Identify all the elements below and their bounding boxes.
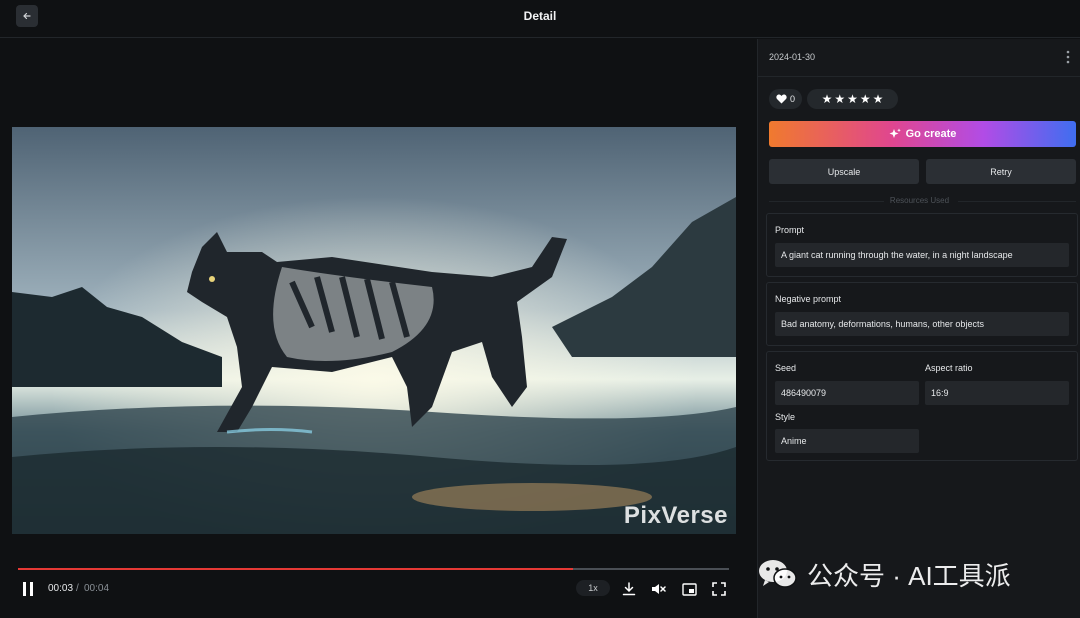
fullscreen-button[interactable] bbox=[711, 581, 727, 597]
go-create-label: Go create bbox=[905, 128, 957, 140]
seed-field: 486490079 bbox=[775, 381, 919, 405]
creation-date: 2024-01-30 bbox=[769, 52, 816, 62]
picture-in-picture-icon bbox=[681, 582, 697, 596]
style-label: Style bbox=[775, 412, 796, 422]
overlay-watermark-text: 公众号 · AI工具派 bbox=[807, 560, 1011, 591]
video-player-area: PixVerse 00:03 / 00:04 1x bbox=[0, 39, 757, 618]
star-icon[interactable]: ★ bbox=[860, 92, 871, 106]
more-vertical-icon bbox=[1066, 50, 1070, 64]
fullscreen-icon bbox=[712, 582, 726, 596]
download-button[interactable] bbox=[621, 581, 637, 597]
player-controls: 00:03 / 00:04 1x bbox=[0, 577, 757, 603]
progress-bar[interactable] bbox=[18, 568, 729, 570]
detail-sidebar: 2024-01-30 0 ★ ★ ★ ★ ★ Go create Upscale Ret… bbox=[757, 39, 1080, 618]
pause-icon bbox=[23, 582, 33, 596]
divider bbox=[758, 76, 1080, 77]
mute-button[interactable] bbox=[650, 581, 666, 597]
top-bar: Detail bbox=[0, 0, 1080, 38]
star-icon[interactable]: ★ bbox=[834, 92, 845, 106]
playback-speed-button[interactable]: 1x bbox=[576, 580, 610, 596]
pause-button[interactable] bbox=[20, 581, 36, 597]
volume-muted-icon bbox=[651, 584, 666, 594]
star-icon[interactable]: ★ bbox=[873, 92, 884, 106]
prompt-field: A giant cat running through the water, i… bbox=[775, 243, 1069, 267]
divider bbox=[958, 201, 1076, 202]
go-create-button[interactable]: Go create bbox=[769, 121, 1076, 147]
negative-prompt-label: Negative prompt bbox=[775, 294, 842, 304]
more-options-button[interactable] bbox=[1066, 50, 1070, 64]
picture-in-picture-button[interactable] bbox=[681, 581, 697, 597]
rating-stars[interactable]: ★ ★ ★ ★ ★ bbox=[807, 89, 898, 109]
page-title: Detail bbox=[523, 9, 557, 23]
video-watermark: PixVerse bbox=[623, 502, 728, 529]
star-icon[interactable]: ★ bbox=[822, 92, 833, 106]
upscale-button[interactable]: Upscale bbox=[769, 159, 919, 184]
download-icon bbox=[622, 582, 636, 596]
like-count: 0 bbox=[789, 94, 795, 104]
star-icon[interactable]: ★ bbox=[847, 92, 858, 106]
negative-prompt-card: Negative prompt Bad anatomy, deformation… bbox=[766, 282, 1078, 346]
heart-icon bbox=[776, 94, 787, 104]
wechat-icon bbox=[759, 560, 797, 588]
sparkle-icon bbox=[889, 128, 901, 138]
aspect-ratio-label: Aspect ratio bbox=[925, 363, 973, 373]
progress-fill bbox=[18, 568, 573, 570]
aspect-ratio-field: 16:9 bbox=[925, 381, 1069, 405]
prompt-card: Prompt A giant cat running through the w… bbox=[766, 213, 1078, 277]
parameters-card: Seed 486490079 Aspect ratio 16:9 Style A… bbox=[766, 351, 1078, 461]
time-separator: / bbox=[76, 583, 79, 594]
overlay-watermark: 公众号 · AI工具派 bbox=[757, 552, 1057, 596]
prompt-label: Prompt bbox=[775, 225, 805, 235]
video-still bbox=[12, 127, 736, 534]
current-time: 00:03 bbox=[48, 583, 74, 594]
video-frame[interactable]: PixVerse bbox=[12, 127, 736, 534]
negative-prompt-field: Bad anatomy, deformations, humans, other… bbox=[775, 312, 1069, 336]
style-field: Anime bbox=[775, 429, 919, 453]
seed-label: Seed bbox=[775, 363, 797, 373]
like-button[interactable]: 0 bbox=[769, 89, 802, 109]
retry-button[interactable]: Retry bbox=[926, 159, 1076, 184]
total-time: 00:04 bbox=[84, 583, 110, 594]
